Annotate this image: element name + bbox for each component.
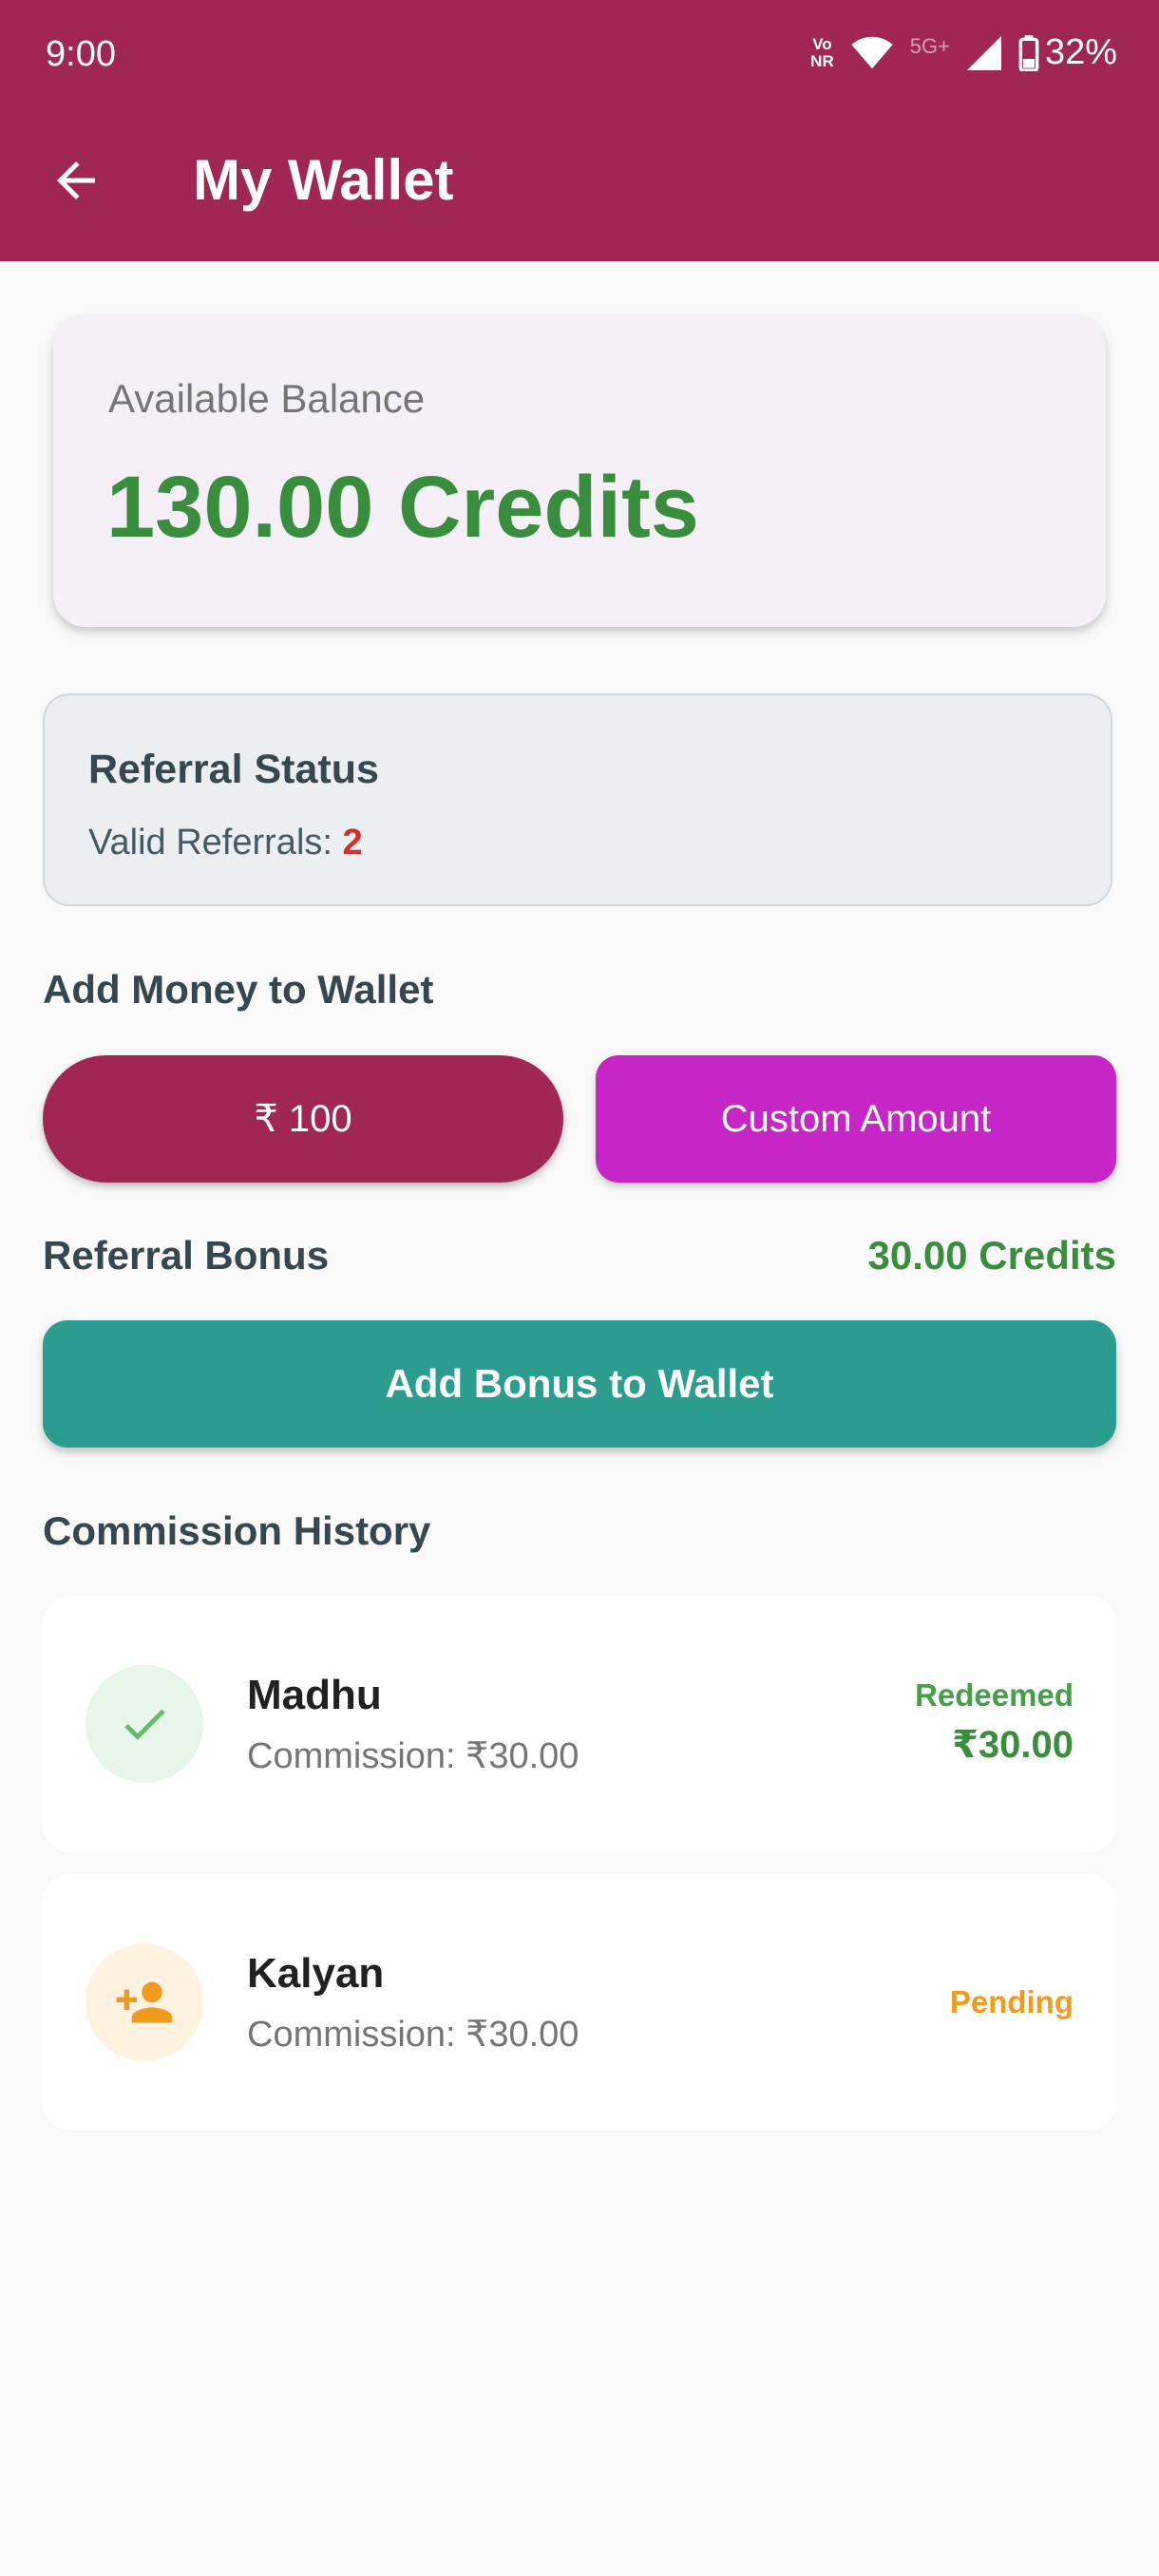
back-arrow-icon[interactable]	[48, 152, 104, 209]
commission-amount-text: Commission: ₹30.00	[247, 2015, 580, 2055]
page-title: My Wallet	[193, 148, 454, 212]
status-badge: Pending	[949, 1984, 1074, 2019]
balance-card: Available Balance 130.00 Credits	[53, 315, 1106, 627]
commission-item: Kalyan Commission: ₹30.00 Pending	[43, 1874, 1116, 2131]
valid-referrals-label: Valid Referrals:	[88, 823, 343, 862]
custom-amount-button[interactable]: Custom Amount	[596, 1055, 1116, 1183]
check-icon	[124, 1709, 165, 1740]
commission-name: Kalyan	[247, 1950, 385, 1997]
avatar	[86, 1943, 203, 2061]
referral-bonus-label: Referral Bonus	[43, 1233, 330, 1278]
commission-name: Madhu	[247, 1672, 382, 1718]
network-label: 5G+	[909, 33, 950, 58]
balance-label: Available Balance	[108, 376, 426, 421]
add-money-title: Add Money to Wallet	[43, 967, 434, 1012]
redeemed-amount: ₹30.00	[952, 1724, 1074, 1766]
valid-referrals-line: Valid Referrals: 2	[88, 823, 363, 863]
status-time: 9:00	[46, 34, 116, 74]
status-badge: Redeemed	[915, 1677, 1074, 1713]
referral-status-title: Referral Status	[88, 747, 379, 792]
signal-icon	[966, 35, 1001, 70]
referral-status-card: Referral Status Valid Referrals: 2	[43, 693, 1112, 906]
person-add-icon	[116, 1981, 173, 2023]
app-bar: 9:00 Vo NR 5G+ 32% My Wallet	[0, 0, 1159, 261]
volte-icon: Vo NR	[810, 34, 834, 70]
balance-value: 130.00 Credits	[106, 459, 699, 556]
valid-referrals-count: 2	[342, 823, 363, 862]
avatar	[86, 1665, 203, 1783]
add-100-button[interactable]: ₹ 100	[43, 1055, 563, 1183]
battery-percent: 32%	[1044, 32, 1117, 72]
commission-amount-text: Commission: ₹30.00	[247, 1736, 580, 1776]
wifi-icon	[851, 36, 893, 68]
add-bonus-button[interactable]: Add Bonus to Wallet	[43, 1320, 1116, 1448]
status-icons: Vo NR 5G+ 32%	[810, 32, 1117, 73]
commission-item: Madhu Commission: ₹30.00 Redeemed ₹30.00	[43, 1596, 1116, 1852]
commission-history-title: Commission History	[43, 1508, 431, 1553]
battery-icon	[1018, 34, 1039, 71]
referral-bonus-value: 30.00 Credits	[867, 1233, 1116, 1278]
